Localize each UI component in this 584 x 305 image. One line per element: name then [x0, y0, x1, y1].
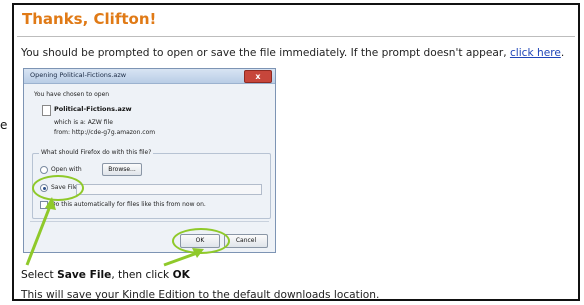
save-location-field	[76, 184, 262, 195]
file-type: which is a: AZW file	[54, 119, 113, 126]
open-with-label: Open with	[51, 166, 82, 173]
instruction-save-file: Save File	[57, 269, 112, 281]
open-with-radio[interactable]	[40, 166, 48, 174]
auto-checkbox[interactable]	[40, 201, 48, 209]
instruction-mid: , then click	[111, 269, 173, 281]
file-name: Political-Fictions.azw	[54, 105, 132, 113]
page-title: Thanks, Clifton!	[22, 10, 157, 28]
prompt-message: You should be prompted to open or save t…	[21, 47, 510, 59]
cancel-button[interactable]: Cancel	[224, 234, 268, 248]
action-question: What should Firefox do with this file?	[39, 149, 154, 156]
ok-highlight	[172, 228, 230, 254]
prompt-text: You should be prompted to open or save t…	[21, 47, 564, 59]
click-here-link[interactable]: click here	[510, 47, 561, 59]
browse-button[interactable]: Browse...	[102, 163, 142, 176]
auto-label: Do this automatically for files like thi…	[51, 201, 206, 208]
instruction-text: Select Save File, then click OK	[21, 269, 190, 281]
save-file-highlight	[32, 175, 84, 201]
confirmation-panel: Thanks, Clifton! You should be prompted …	[12, 3, 580, 301]
margin-fragment: e	[0, 118, 8, 132]
chosen-text: You have chosen to open	[34, 91, 110, 98]
divider	[17, 36, 575, 37]
footer-text: This will save your Kindle Edition to th…	[21, 289, 380, 301]
instruction-pre: Select	[21, 269, 58, 281]
ok-arrow	[163, 250, 201, 267]
dialog-divider	[30, 221, 269, 222]
close-icon[interactable]: x	[244, 70, 272, 83]
dialog-title: Opening Political-Fictions.azw	[30, 71, 127, 79]
prompt-period: .	[560, 47, 565, 59]
download-dialog-screenshot: Opening Political-Fictions.azw x You hav…	[23, 68, 276, 254]
file-source: from: http://cde-g7g.amazon.com	[54, 129, 156, 136]
dialog-titlebar: Opening Political-Fictions.azw x	[24, 69, 275, 84]
file-icon	[42, 105, 51, 116]
instruction-ok: OK	[172, 269, 190, 281]
